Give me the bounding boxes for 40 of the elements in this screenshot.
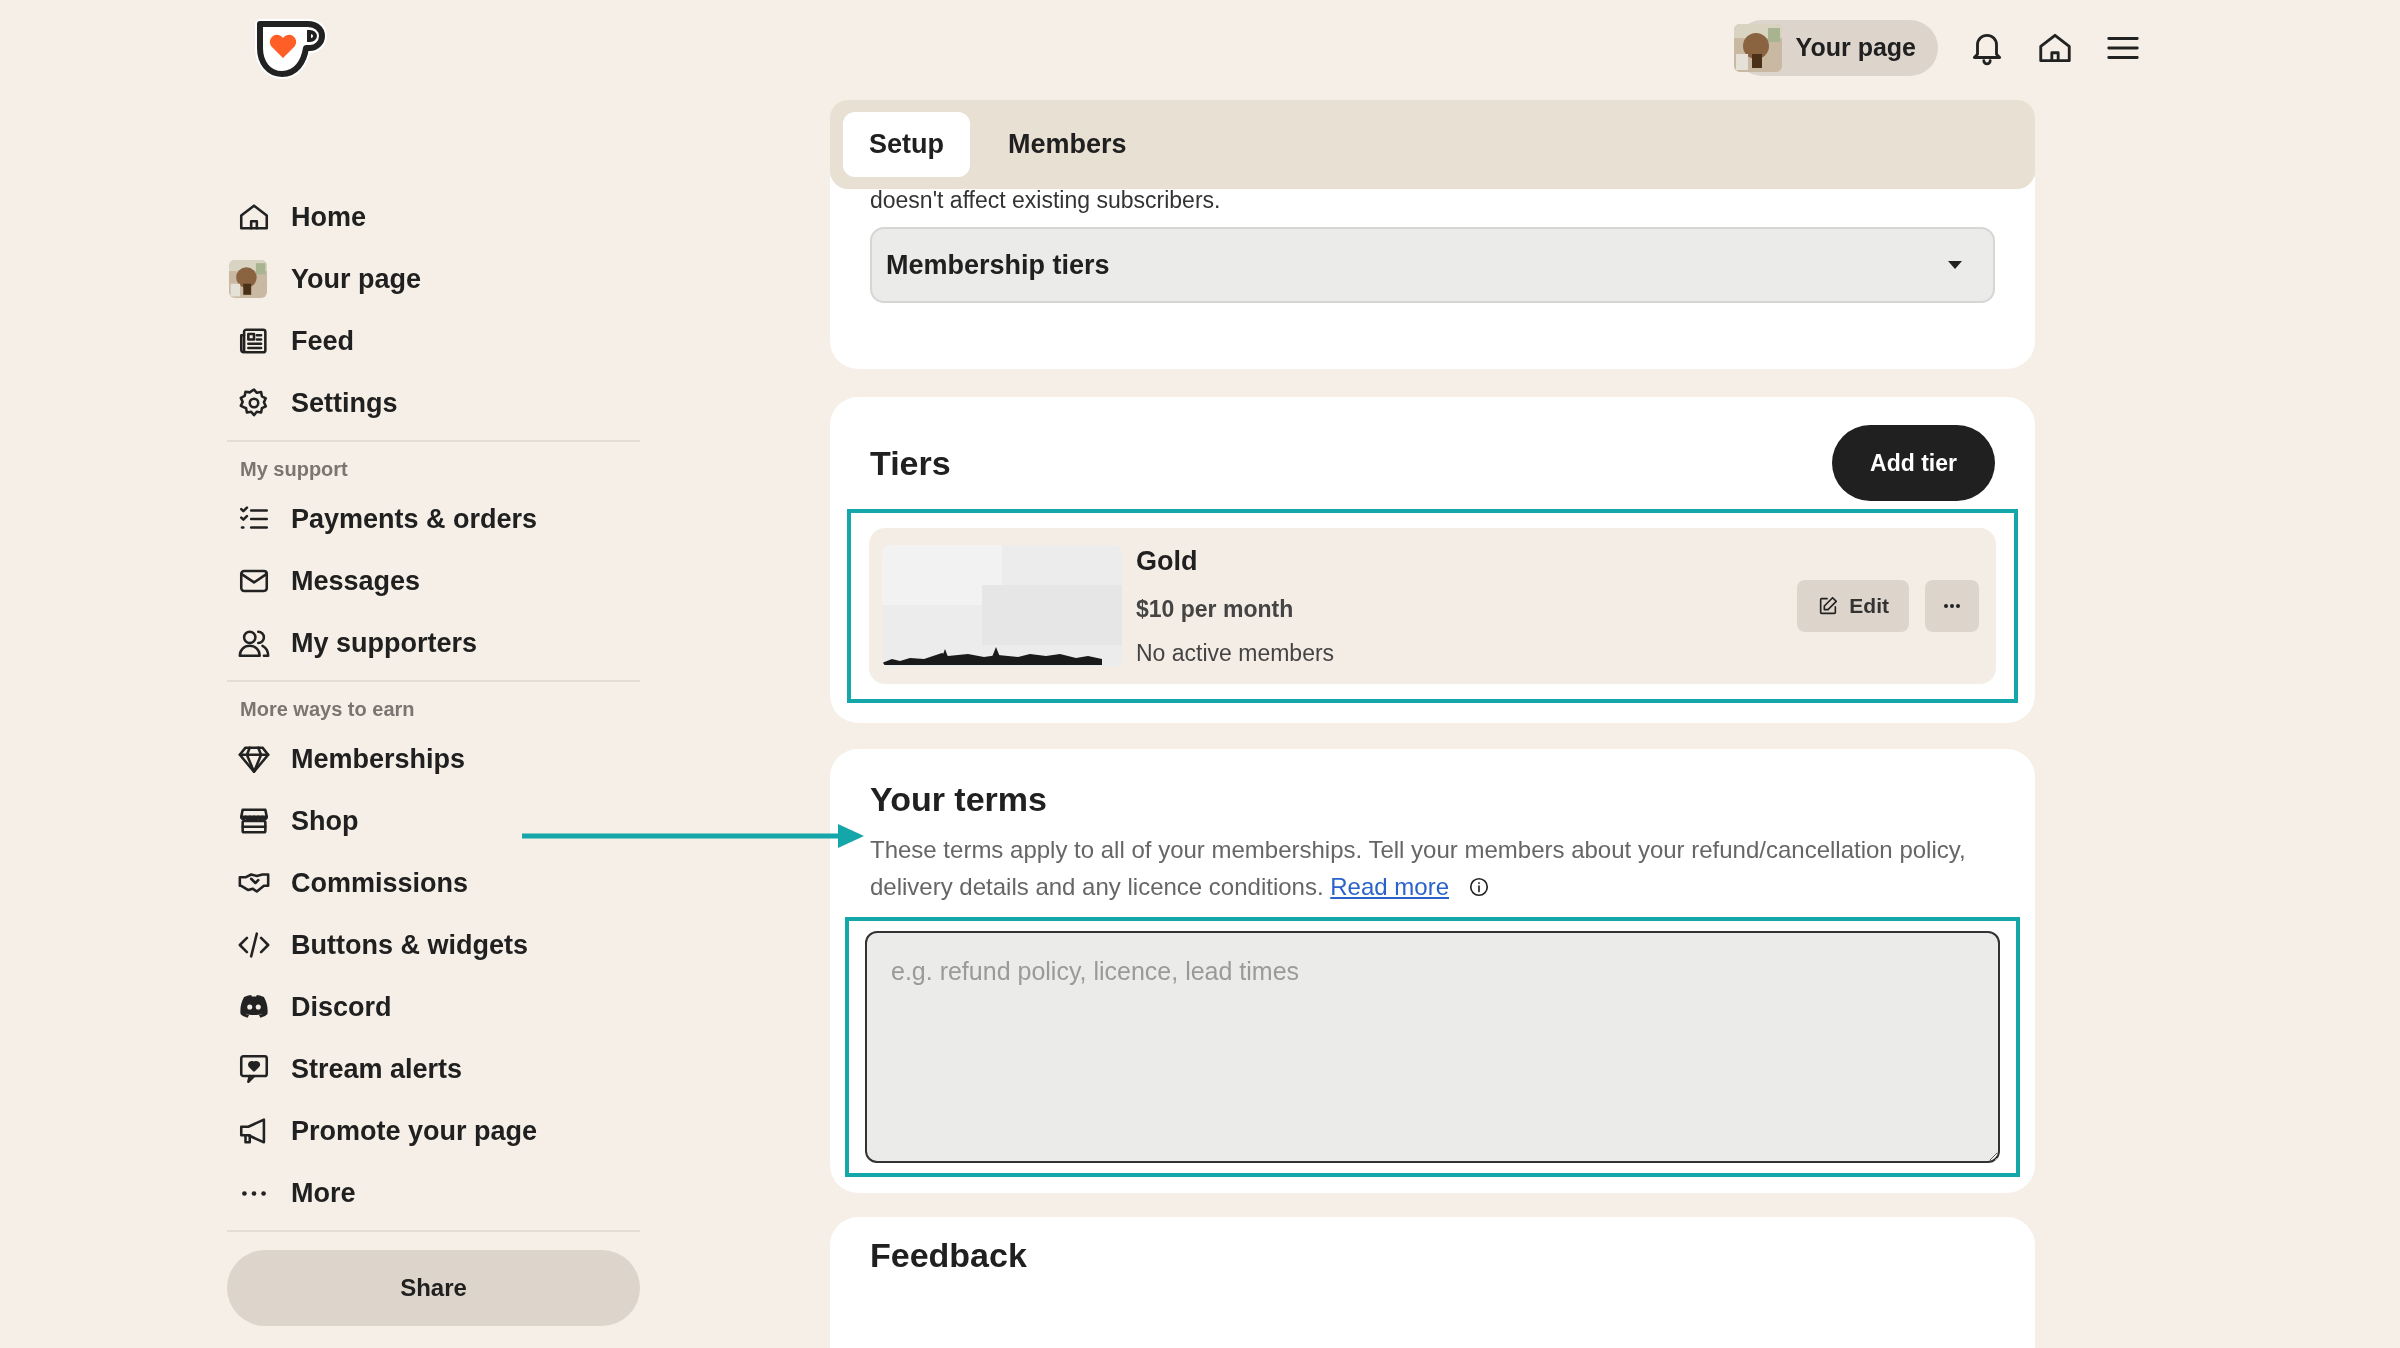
member-count: No active members: [1136, 639, 1336, 668]
pencil-square-icon: [1817, 594, 1840, 617]
tier-name: Gold: [1136, 545, 1199, 578]
tab[interactable]: Members: [982, 112, 1153, 177]
section-heading: My support: [239, 457, 349, 482]
sidebar-item[interactable]: Shop: [227, 790, 640, 852]
section-title: Feedback: [870, 1235, 1028, 1277]
sidebar-item[interactable]: More: [227, 1162, 640, 1224]
share-button[interactable]: Share: [227, 1250, 640, 1326]
tier-price: $10 per month: [1136, 594, 1295, 624]
info-icon: [1467, 876, 1490, 899]
sidebar-item[interactable]: Stream alerts: [227, 1038, 640, 1100]
section-heading: More ways to earn: [239, 697, 416, 722]
section-title: Tiers: [870, 442, 951, 484]
sidebar-item[interactable]: Messages: [227, 550, 640, 612]
ellipsis-icon: [1943, 602, 1961, 609]
ellipsis-icon: [241, 1189, 267, 1197]
section-title: Your terms: [870, 778, 1048, 820]
sidebar-item[interactable]: Your page: [227, 248, 640, 310]
terms-field[interactable]: e.g. refund policy, licence, lead times: [865, 931, 2000, 1164]
sidebar-item[interactable]: Commissions: [227, 852, 640, 914]
sidebar-item[interactable]: Memberships: [227, 728, 640, 790]
add-tier-button[interactable]: Add tier: [1832, 425, 1995, 501]
edit-button[interactable]: Edit: [1797, 579, 1909, 632]
sidebar-item[interactable]: My supporters: [227, 612, 640, 674]
description-text: doesn't affect existing subscribers.: [870, 185, 1222, 215]
sidebar-item[interactable]: Payments & orders: [227, 488, 640, 550]
sidebar-item[interactable]: Promote your page: [227, 1100, 640, 1162]
caret-icon: [1947, 260, 1963, 270]
tab[interactable]: Setup: [843, 112, 970, 177]
sidebar-item[interactable]: Home: [227, 186, 640, 248]
profile-button[interactable]: Your page: [1733, 20, 1938, 76]
sidebar-item[interactable]: Settings: [227, 372, 640, 434]
tier-dropdown[interactable]: Membership tiers: [870, 227, 1995, 303]
sidebar-item[interactable]: Buttons & widgets: [227, 914, 640, 976]
read-more-link[interactable]: Read more: [1330, 873, 1449, 901]
sidebar-item[interactable]: Discord: [227, 976, 640, 1038]
sidebar-item[interactable]: Feed: [227, 310, 640, 372]
speech-heart-icon: [237, 1052, 271, 1086]
terms-description: These terms apply to all of your memberships. Tell your members about your refund/cancellation policy, delivery details and any licence conditions. Read more: [870, 835, 1967, 903]
